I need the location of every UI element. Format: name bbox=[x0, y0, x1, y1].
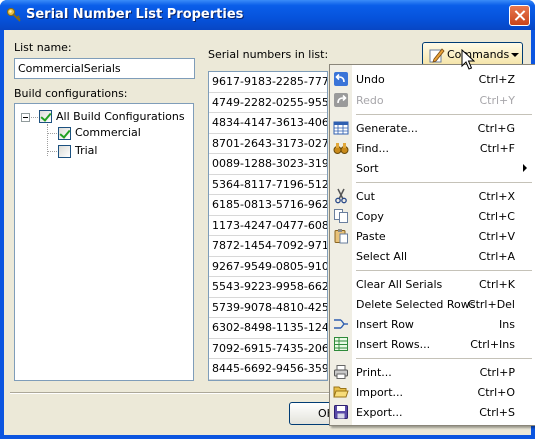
menu-item-insert-rows[interactable]: Insert Rows... Ctrl+Ins bbox=[330, 334, 535, 354]
list-item[interactable]: 6185-0813-5716-9623 bbox=[209, 195, 327, 216]
list-name-input[interactable]: CommercialSerials bbox=[14, 58, 195, 79]
title-bar[interactable]: Serial Number List Properties bbox=[0, 0, 535, 30]
all-configs-checkbox[interactable] bbox=[39, 110, 52, 123]
serial-list[interactable]: 9617-9183-2285-7777 4749-2282-0255-9554 … bbox=[208, 71, 328, 381]
build-configurations-label: Build configurations: bbox=[14, 87, 128, 100]
menu-separator bbox=[356, 270, 532, 271]
list-item[interactable]: 6302-8498-1135-1247 bbox=[209, 318, 327, 339]
menu-item-delete-rows[interactable]: Delete Selected Rows Ctrl+Del bbox=[330, 294, 535, 314]
undo-icon bbox=[334, 72, 348, 86]
menu-separator bbox=[356, 114, 532, 115]
generate-icon bbox=[333, 121, 349, 135]
tree-node-commercial[interactable]: Commercial bbox=[75, 126, 141, 142]
menu-item-print[interactable]: Print... Ctrl+P bbox=[330, 362, 535, 382]
pencil-icon bbox=[429, 48, 445, 63]
tree-node-all[interactable]: All Build Configurations bbox=[56, 110, 185, 126]
floppy-icon bbox=[334, 405, 348, 419]
list-item[interactable]: 6218-3313-6822-7578 bbox=[209, 380, 327, 381]
menu-item-import[interactable]: Import... Ctrl+O bbox=[330, 382, 535, 402]
window-title: Serial Number List Properties bbox=[26, 7, 244, 22]
menu-separator bbox=[356, 182, 532, 183]
list-item[interactable]: 7872-1454-7092-9714 bbox=[209, 236, 327, 257]
list-item[interactable]: 8445-6692-9456-3599 bbox=[209, 359, 327, 380]
menu-item-paste[interactable]: Paste Ctrl+V bbox=[330, 226, 535, 246]
menu-item-select-all[interactable]: Select All Ctrl+A bbox=[330, 246, 535, 266]
list-item[interactable]: 5364-8117-7196-5120 bbox=[209, 175, 327, 195]
list-item[interactable]: 5739-9078-4810-4253 bbox=[209, 298, 327, 318]
menu-separator bbox=[356, 358, 532, 359]
commercial-checkbox[interactable] bbox=[58, 127, 71, 140]
list-item[interactable]: 9617-9183-2285-7777 bbox=[209, 72, 327, 93]
list-item[interactable]: 7092-6915-7435-2069 bbox=[209, 339, 327, 359]
list-item[interactable]: 4749-2282-0255-9554 bbox=[209, 93, 327, 113]
paste-icon bbox=[334, 229, 348, 244]
print-icon bbox=[334, 365, 348, 379]
list-item[interactable]: 1173-4247-0477-6087 bbox=[209, 216, 327, 236]
binoculars-icon bbox=[333, 143, 349, 154]
chevron-down-icon bbox=[511, 53, 519, 57]
menu-item-find[interactable]: Find... Ctrl+F bbox=[330, 138, 535, 158]
copy-icon bbox=[334, 209, 348, 223]
insert-row-icon bbox=[334, 319, 348, 329]
mouse-cursor-icon bbox=[461, 49, 475, 70]
menu-item-export[interactable]: Export... Ctrl+S bbox=[330, 402, 535, 422]
menu-item-redo[interactable]: Redo Ctrl+Y bbox=[330, 90, 535, 110]
menu-item-undo[interactable]: Undo Ctrl+Z bbox=[330, 69, 535, 89]
menu-item-insert-row[interactable]: Insert Row Ins bbox=[330, 314, 535, 334]
serials-label: Serial numbers in list: bbox=[208, 48, 329, 61]
trial-checkbox[interactable] bbox=[58, 145, 71, 158]
divider bbox=[10, 392, 330, 394]
tree-node-trial[interactable]: Trial bbox=[75, 144, 97, 160]
menu-item-copy[interactable]: Copy Ctrl+C bbox=[330, 206, 535, 226]
commands-menu: Undo Ctrl+Z Redo Ctrl+Y Generate... Ctrl… bbox=[329, 64, 535, 426]
chevron-right-icon bbox=[523, 164, 527, 172]
list-item[interactable]: 0089-1288-3023-3191 bbox=[209, 154, 327, 175]
list-item[interactable]: 9267-9549-0805-9100 bbox=[209, 257, 327, 277]
menu-item-generate[interactable]: Generate... Ctrl+G bbox=[330, 118, 535, 138]
build-config-tree[interactable]: All Build Configurations Commercial Tria… bbox=[14, 103, 194, 381]
menu-item-clear-all[interactable]: Clear All Serials Ctrl+K bbox=[330, 274, 535, 294]
commands-label: Commands bbox=[447, 48, 510, 61]
scissors-icon bbox=[335, 188, 347, 204]
key-icon bbox=[7, 8, 21, 22]
close-button[interactable] bbox=[509, 5, 530, 26]
folder-open-icon bbox=[333, 386, 349, 398]
insert-rows-icon bbox=[334, 337, 348, 351]
redo-icon bbox=[334, 93, 348, 107]
list-item[interactable]: 4834-4147-3613-4061 bbox=[209, 113, 327, 134]
list-item[interactable]: 5543-9223-9958-6625 bbox=[209, 277, 327, 298]
list-name-label: List name: bbox=[14, 41, 72, 54]
menu-item-sort[interactable]: Sort bbox=[330, 158, 535, 178]
menu-item-cut[interactable]: Cut Ctrl+X bbox=[330, 186, 535, 206]
collapse-toggle-icon[interactable] bbox=[21, 113, 30, 122]
list-item[interactable]: 8701-2643-3173-0274 bbox=[209, 134, 327, 154]
